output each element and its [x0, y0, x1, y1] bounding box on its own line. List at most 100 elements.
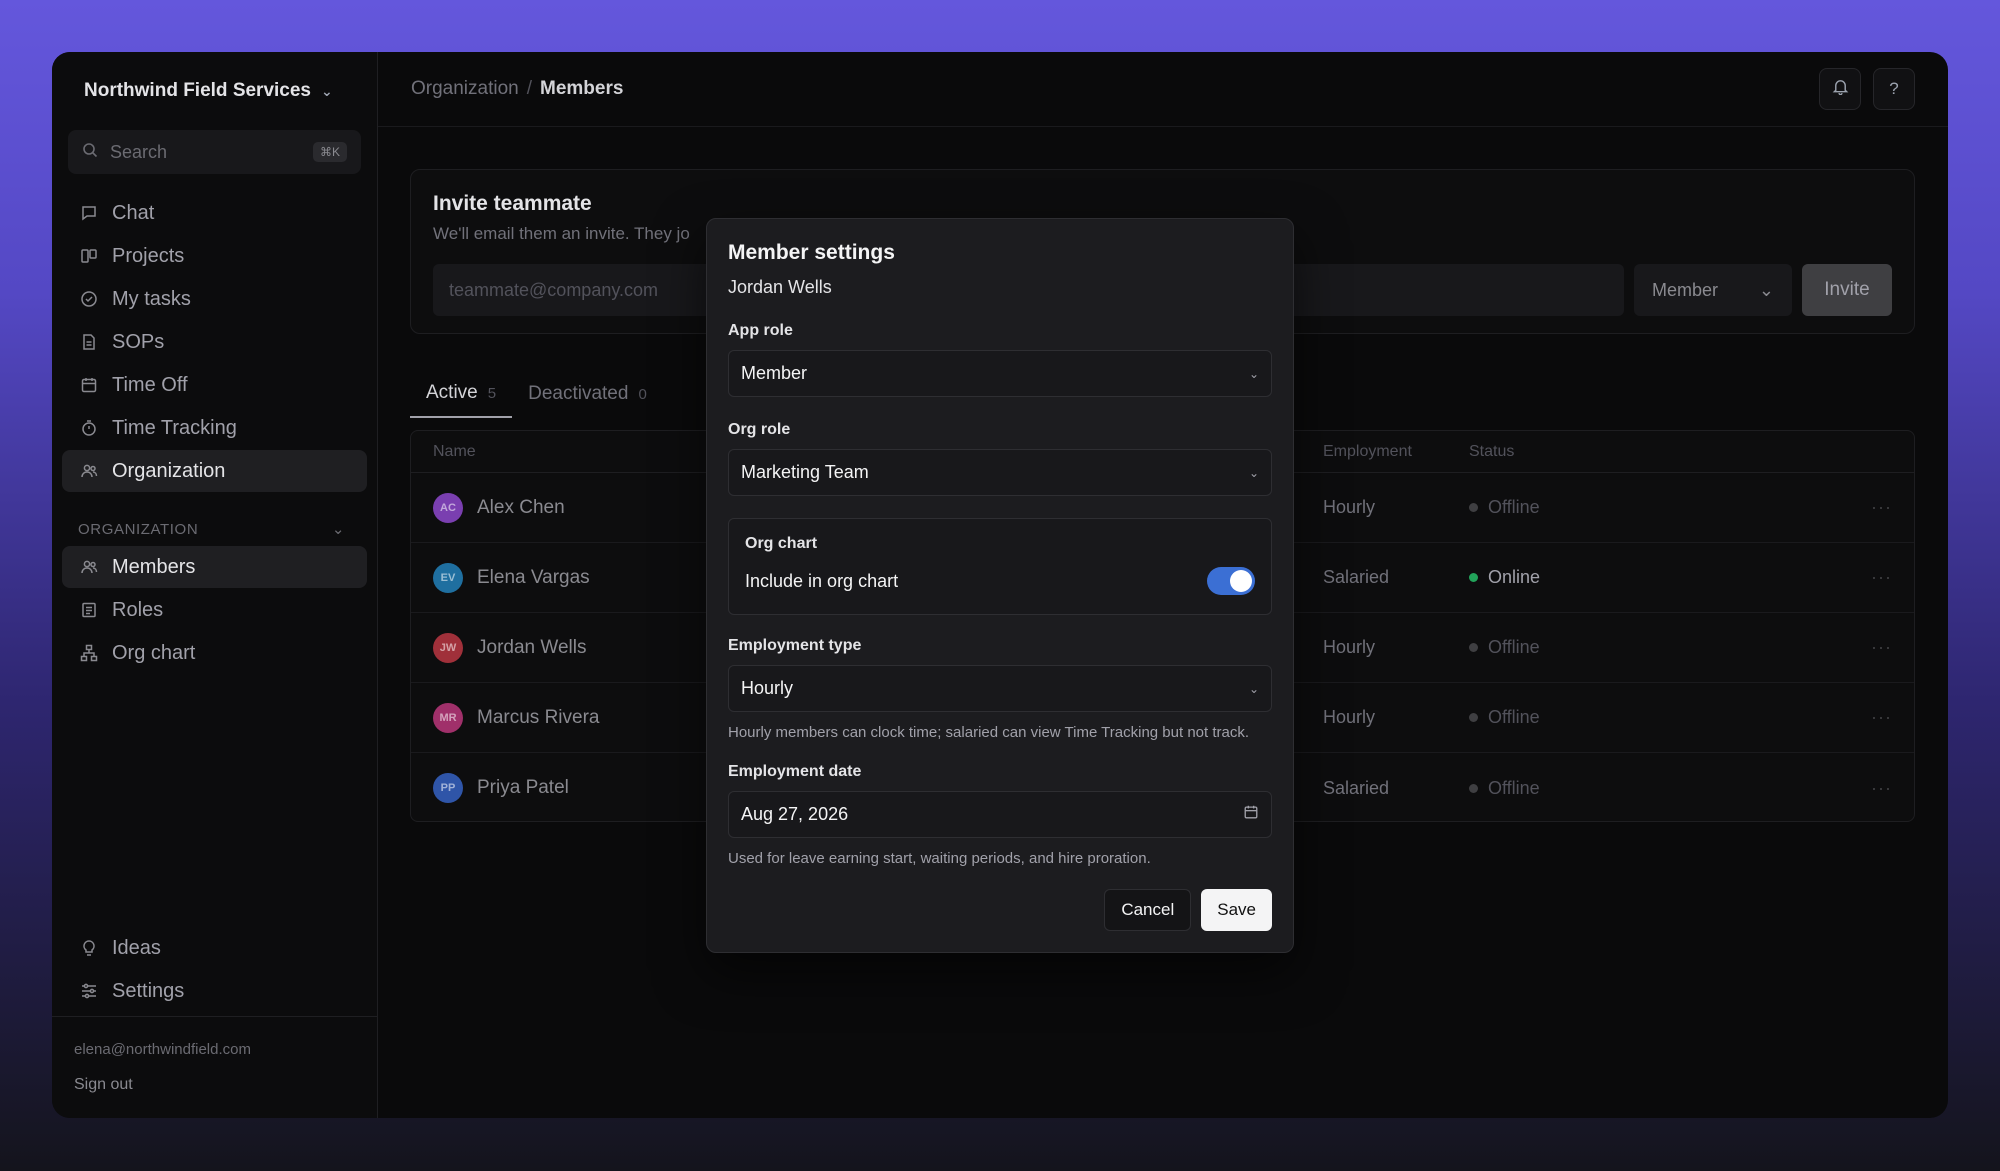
column-header-status[interactable]: Status — [1469, 443, 1514, 461]
sidebar-item-label: Roles — [112, 598, 164, 621]
sidebar-item-chat[interactable]: Chat — [62, 192, 367, 234]
invite-title: Invite teammate — [433, 192, 592, 215]
sidebar-item-label: SOPs — [112, 330, 165, 353]
org-chart-title: Org chart — [745, 535, 818, 552]
avatar: JW — [433, 632, 463, 663]
tab-count: 5 — [487, 384, 497, 402]
status-dot — [1469, 573, 1478, 582]
search-input[interactable]: Search ⌘K — [68, 130, 361, 174]
invite-role-value: Member — [1652, 279, 1719, 300]
breadcrumb-parent[interactable]: Organization — [411, 78, 519, 99]
chevron-down-icon: ⌄ — [331, 521, 345, 538]
sign-out-link[interactable]: Sign out — [74, 1076, 355, 1094]
section-label: ORGANIZATION — [78, 520, 199, 538]
employment-type: Hourly — [1323, 707, 1376, 727]
app-role-value: Member — [741, 363, 808, 383]
employment-type: Hourly — [1323, 637, 1376, 657]
member-name: Jordan Wells — [477, 636, 587, 658]
sidebar-item-label: Time Tracking — [112, 416, 237, 439]
member-name: Priya Patel — [477, 777, 569, 798]
top-bar: Organization / Members ? — [378, 52, 1948, 127]
list-icon — [80, 601, 98, 619]
document-icon — [80, 333, 98, 351]
search-shortcut: ⌘K — [312, 142, 347, 162]
chevron-down-icon: ⌄ — [1758, 279, 1774, 300]
app-role-label: App role — [728, 322, 793, 339]
sidebar-item-time-off[interactable]: Time Off — [62, 364, 367, 406]
employment-type-label: Employment type — [728, 637, 862, 654]
app-role-select[interactable]: Member ⌄ — [728, 350, 1272, 397]
users-icon — [80, 558, 98, 576]
employment-type: Salaried — [1323, 567, 1390, 587]
sidebar-item-my-tasks[interactable]: My tasks — [62, 278, 367, 320]
calendar-icon — [80, 376, 98, 394]
employment-type-select[interactable]: Hourly ⌄ — [728, 665, 1272, 712]
main-nav: Chat Projects My tasks SOPs Time Off Tim… — [62, 192, 367, 492]
invite-button[interactable]: Invite — [1802, 264, 1892, 316]
tab-label: Active — [426, 382, 478, 403]
sidebar-item-label: My tasks — [112, 287, 191, 310]
sidebar-item-ideas[interactable]: Ideas — [62, 927, 367, 969]
sidebar-item-roles[interactable]: Roles — [62, 589, 367, 631]
member-name: Elena Vargas — [477, 566, 590, 588]
avatar: PP — [433, 773, 463, 803]
avatar: AC — [433, 492, 463, 523]
member-tabs: Active 5 Deactivated 0 — [410, 370, 663, 418]
sidebar-item-organization[interactable]: Organization — [62, 450, 367, 492]
column-header-employment[interactable]: Employment — [1323, 443, 1412, 461]
tab-active[interactable]: Active 5 — [410, 370, 513, 418]
member-name: Jordan Wells — [728, 277, 832, 297]
status-badge: Offline — [1469, 707, 1540, 728]
column-header-name[interactable]: Name — [433, 443, 476, 461]
breadcrumb-current: Members — [540, 78, 624, 99]
employment-type: Hourly — [1323, 497, 1376, 517]
sidebar-item-label: Organization — [112, 459, 226, 482]
sidebar-item-sops[interactable]: SOPs — [62, 321, 367, 363]
invite-role-select[interactable]: Member ⌄ — [1634, 264, 1792, 316]
org-chart-panel: Org chart Include in org chart — [728, 518, 1272, 615]
status-badge: Offline — [1469, 637, 1540, 658]
row-actions-button[interactable]: ··· — [1871, 778, 1892, 799]
account-email: elena@northwindfield.com — [74, 1041, 251, 1058]
sidebar-item-members[interactable]: Members — [62, 546, 367, 588]
sidebar-item-label: Settings — [112, 979, 185, 1002]
sidebar-item-time-tracking[interactable]: Time Tracking — [62, 407, 367, 449]
chevron-down-icon: ⌄ — [321, 82, 333, 99]
employment-date-input[interactable]: Aug 27, 2026 — [728, 791, 1272, 838]
chevron-down-icon: ⌄ — [1248, 366, 1259, 381]
row-actions-button[interactable]: ··· — [1871, 497, 1892, 518]
include-in-org-chart-toggle[interactable] — [1207, 567, 1255, 595]
tab-deactivated[interactable]: Deactivated 0 — [512, 370, 663, 418]
topbar-actions: ? — [1819, 68, 1915, 110]
calendar-icon[interactable] — [1243, 804, 1259, 825]
avatar: MR — [433, 702, 463, 733]
cancel-button[interactable]: Cancel — [1104, 889, 1192, 931]
employment-type: Salaried — [1323, 777, 1390, 798]
status-label: Offline — [1488, 497, 1540, 517]
org-role-select[interactable]: Marketing Team ⌄ — [728, 449, 1272, 496]
workspace-switcher[interactable]: Northwind Field Services ⌄ — [62, 52, 367, 130]
notifications-button[interactable] — [1819, 68, 1861, 110]
sidebar-item-projects[interactable]: Projects — [62, 235, 367, 277]
sidebar-item-settings[interactable]: Settings — [62, 970, 367, 1012]
bottom-nav: Ideas Settings — [62, 927, 367, 1013]
status-dot — [1469, 783, 1478, 793]
check-circle-icon — [80, 290, 98, 308]
row-actions-button[interactable]: ··· — [1871, 567, 1892, 588]
organization-section-header[interactable]: ORGANIZATION ⌄ — [62, 512, 367, 546]
status-dot — [1469, 713, 1478, 722]
search-placeholder: Search — [110, 141, 168, 162]
sidebar-item-label: Ideas — [112, 936, 161, 959]
sidebar-item-org-chart[interactable]: Org chart — [62, 632, 367, 674]
help-button[interactable]: ? — [1873, 68, 1915, 110]
breadcrumb: Organization / Members — [411, 78, 623, 100]
account-footer: elena@northwindfield.com Sign out — [52, 1016, 377, 1118]
status-badge: Offline — [1469, 497, 1540, 518]
lightbulb-icon — [80, 939, 98, 957]
save-button[interactable]: Save — [1201, 889, 1272, 931]
toggle-knob — [1230, 570, 1252, 592]
row-actions-button[interactable]: ··· — [1871, 637, 1892, 658]
status-badge: Online — [1469, 567, 1540, 588]
member-settings-dialog: Member settings Jordan Wells App role Me… — [706, 218, 1294, 953]
row-actions-button[interactable]: ··· — [1871, 707, 1892, 728]
